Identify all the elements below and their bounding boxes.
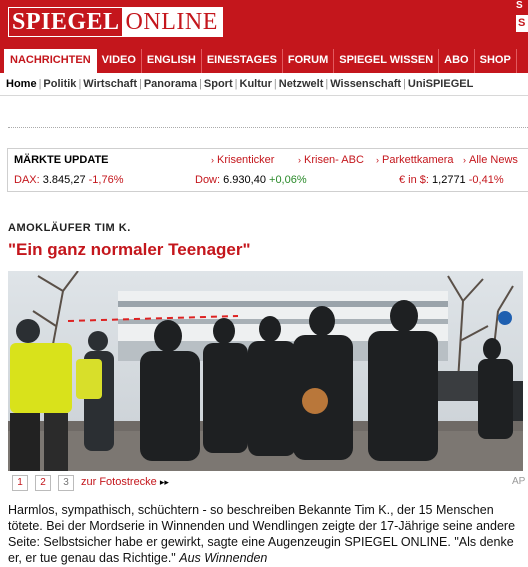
gallery-page-1[interactable]: 1: [12, 475, 28, 491]
subnav-item-netzwelt[interactable]: Netzwelt: [279, 78, 324, 90]
index-change: +0,06%: [269, 174, 307, 186]
nav-item-english[interactable]: ENGLISH: [142, 49, 202, 73]
spiegel-online-logo[interactable]: SPIEGEL ONLINE: [8, 7, 223, 37]
teaser-location: Aus Winnenden: [179, 551, 268, 565]
index-label: € in $:: [399, 174, 429, 186]
gallery-link-label: zur Fotostrecke: [81, 476, 157, 488]
logo-online-text: ONLINE: [121, 8, 222, 36]
header-side-cutoff: S S: [516, 0, 528, 32]
index-label: DAX:: [14, 174, 40, 186]
market-link-label: Alle News: [469, 154, 518, 166]
market-link-label: Krisenticker: [217, 154, 275, 166]
market-index-eur-usd[interactable]: € in $: 1,2771 -0,41%: [399, 174, 504, 186]
market-link-label: Parkettkamera: [382, 154, 454, 166]
market-index-dax[interactable]: DAX: 3.845,27 -1,76%: [14, 174, 124, 186]
dotted-divider: [8, 127, 528, 128]
photo-illustration: [8, 271, 523, 471]
article-teaser: Harmlos, sympathisch, schüchtern - so be…: [8, 502, 526, 566]
subnav-separator: |: [138, 78, 142, 90]
index-value: 3.845,27: [42, 174, 86, 186]
market-link-label: Krisen- ABC: [304, 154, 364, 166]
article-photo[interactable]: [8, 271, 523, 471]
nav-item-video[interactable]: VIDEO: [97, 49, 142, 73]
link-arrow-icon: ›: [463, 155, 466, 165]
subnav-separator: |: [403, 78, 406, 90]
subnav-separator: |: [234, 78, 238, 90]
nav-item-shop[interactable]: SHOP: [475, 49, 517, 73]
gallery-pagination: 1 2 3 zur Fotostrecke ▸▸: [8, 473, 508, 493]
nav-item-forum[interactable]: FORUM: [283, 49, 335, 73]
header-side-box[interactable]: S: [516, 15, 528, 32]
subnav-item-kultur[interactable]: Kultur: [240, 78, 272, 90]
link-arrow-icon: ›: [298, 155, 301, 165]
nav-item-spiegel-wissen[interactable]: SPIEGEL WISSEN: [334, 49, 440, 73]
market-link-krisen-abc[interactable]: › Krisen- ABC: [298, 154, 364, 166]
market-link-alle-news[interactable]: › Alle News: [463, 154, 518, 166]
link-arrow-icon: ›: [376, 155, 379, 165]
subnav-item-panorama[interactable]: Panorama: [144, 78, 197, 90]
index-change: -0,41%: [468, 174, 504, 186]
market-update-box: MÄRKTE UPDATE › Krisenticker › Krisen- ABC…: [7, 148, 528, 192]
gallery-page-3[interactable]: 3: [58, 475, 74, 491]
nav-item-abo[interactable]: ABO: [439, 49, 475, 73]
market-update-title: MÄRKTE UPDATE: [14, 154, 109, 166]
index-value: 6.930,40: [223, 174, 266, 186]
nav-item-nachrichten[interactable]: NACHRICHTEN: [4, 49, 97, 73]
market-link-krisenticker[interactable]: › Krisenticker: [211, 154, 274, 166]
site-header: SPIEGEL ONLINE S S NACHRICHTEN VIDEO ENG…: [0, 0, 528, 73]
link-arrow-icon: ›: [211, 155, 214, 165]
gallery-page-2[interactable]: 2: [35, 475, 51, 491]
index-label: Dow:: [195, 174, 221, 186]
subnav-item-wissenschaft[interactable]: Wissenschaft: [330, 78, 401, 90]
market-link-parkettkamera[interactable]: › Parkettkamera: [376, 154, 454, 166]
subnav-separator: |: [199, 78, 202, 90]
nav-item-einestages[interactable]: EINESTAGES: [202, 49, 283, 73]
double-arrow-icon: ▸▸: [159, 477, 169, 487]
market-index-dow[interactable]: Dow: 6.930,40 +0,06%: [195, 174, 307, 186]
gallery-link[interactable]: zur Fotostrecke ▸▸: [81, 476, 169, 488]
subnav-item-wirtschaft[interactable]: Wirtschaft: [83, 78, 137, 90]
index-value: 1,2771: [432, 174, 466, 186]
subnav-item-politik[interactable]: Politik: [43, 78, 76, 90]
subnav-item-unispiegel[interactable]: UniSPIEGEL: [408, 78, 473, 90]
subnav-item-home[interactable]: Home: [6, 78, 37, 90]
photo-credit: AP: [512, 476, 526, 487]
article-headline[interactable]: "Ein ganz normaler Teenager": [8, 240, 251, 260]
index-change: -1,76%: [88, 174, 124, 186]
header-side-text: S: [516, 0, 523, 11]
subnav-separator: |: [273, 78, 277, 90]
logo-spiegel-text: SPIEGEL: [9, 8, 122, 36]
main-nav: NACHRICHTEN VIDEO ENGLISH EINESTAGES FOR…: [0, 49, 528, 73]
subnav-item-sport[interactable]: Sport: [204, 78, 233, 90]
article-kicker: AMOKLÄUFER TIM K.: [8, 222, 131, 234]
section-subnav: Home | Politik | Wirtschaft | Panorama | Sport | K…: [0, 73, 528, 96]
